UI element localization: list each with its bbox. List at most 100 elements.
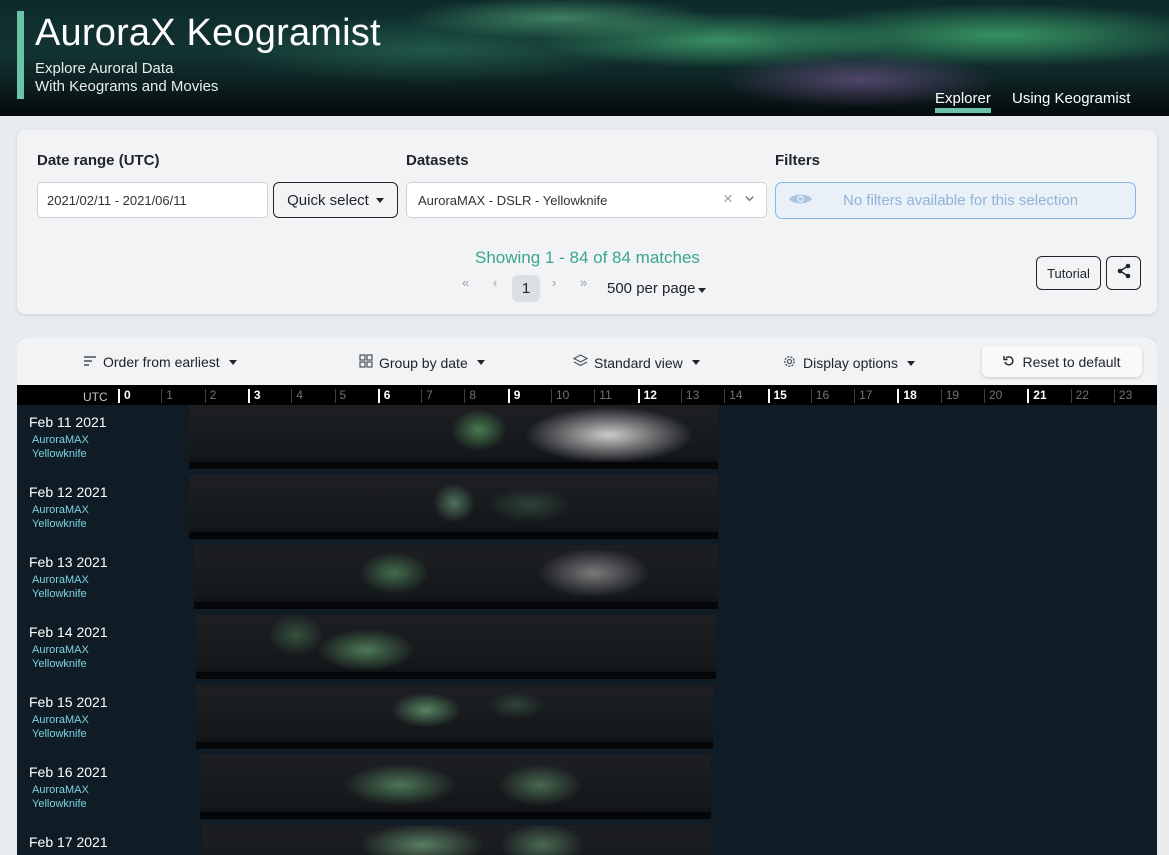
row-site[interactable]: Yellowknife: [32, 588, 87, 600]
page-last-button[interactable]: »: [580, 275, 587, 290]
axis-tick-4: 4: [291, 389, 303, 403]
row-date: Feb 15 2021: [29, 694, 108, 710]
row-network[interactable]: AuroraMAX: [32, 434, 89, 446]
page-prev-button[interactable]: ‹: [493, 275, 497, 290]
axis-tick-18: 18: [897, 389, 917, 403]
keogram-image[interactable]: [193, 545, 718, 609]
axis-tick-12: 12: [637, 389, 657, 403]
header-accent-bar: [17, 11, 24, 99]
row-site[interactable]: Yellowknife: [32, 658, 87, 670]
nav-explorer[interactable]: Explorer: [935, 90, 991, 113]
dataset-selected-value: AuroraMAX - DSLR - Yellowknife: [418, 193, 608, 208]
order-dropdown[interactable]: Order from earliest: [83, 354, 237, 370]
axis-tick-3: 3: [247, 389, 261, 403]
caret-down-icon: [476, 360, 485, 365]
app-header: AuroraX Keogramist Explore Auroral Data …: [0, 0, 1169, 116]
group-dropdown[interactable]: Group by date: [359, 354, 485, 371]
display-options-dropdown[interactable]: Display options: [782, 354, 915, 372]
axis-tick-11: 11: [594, 389, 612, 403]
search-panel: Date range (UTC) 2021/02/11 - 2021/06/11…: [17, 130, 1157, 314]
caret-down-icon: [906, 360, 915, 366]
group-label: Group by date: [379, 354, 468, 371]
quick-select-button[interactable]: Quick select: [273, 182, 398, 218]
date-range-input[interactable]: 2021/02/11 - 2021/06/11: [37, 182, 268, 218]
keogram-row[interactable]: Feb 15 2021 AuroraMAX Yellowknife: [17, 685, 1157, 755]
filters-placeholder: No filters available for this selection: [843, 192, 1079, 209]
chevron-down-icon[interactable]: [744, 192, 755, 207]
per-page-label: 500 per page: [607, 280, 696, 297]
row-date: Feb 16 2021: [29, 764, 108, 780]
row-site[interactable]: Yellowknife: [32, 518, 87, 530]
share-icon: [1116, 263, 1132, 283]
nav-using-keogramist[interactable]: Using Keogramist: [1012, 90, 1130, 107]
filters-label: Filters: [775, 152, 821, 169]
axis-tick-7: 7: [421, 389, 433, 403]
axis-tick-13: 13: [680, 389, 699, 403]
page-current-button[interactable]: 1: [512, 275, 540, 302]
row-date: Feb 12 2021: [29, 484, 108, 500]
app-title: AuroraX Keogramist: [35, 12, 381, 54]
display-options-label: Display options: [803, 355, 898, 371]
results-count: Showing 1 - 84 of 84 matches: [475, 248, 700, 267]
datasets-label: Datasets: [406, 152, 469, 169]
row-site[interactable]: Yellowknife: [32, 798, 87, 810]
keogram-image[interactable]: [200, 755, 712, 819]
results-area: Order from earliest Group by date Standa…: [17, 338, 1157, 855]
view-dropdown[interactable]: Standard view: [572, 354, 700, 371]
axis-tick-23: 23: [1113, 389, 1132, 403]
clear-icon[interactable]: ×: [723, 189, 733, 209]
tutorial-button[interactable]: Tutorial: [1036, 256, 1101, 290]
row-date: Feb 13 2021: [29, 554, 108, 570]
subtitle-line-2: With Keograms and Movies: [35, 78, 219, 95]
share-button[interactable]: [1106, 256, 1141, 290]
axis-tick-21: 21: [1027, 389, 1047, 403]
keogram-image[interactable]: [189, 475, 718, 539]
axis-tick-20: 20: [984, 389, 1002, 403]
utc-time-axis: UTC 0 1 2 3 4 5 6 7 8 9 10 11 12 13 14 15 16 17 18 19 20 21 22…: [17, 385, 1157, 405]
axis-tick-2: 2: [204, 389, 216, 403]
row-date: Feb 17 2021: [29, 834, 108, 850]
axis-tick-14: 14: [724, 389, 743, 403]
row-network[interactable]: AuroraMAX: [32, 644, 89, 656]
axis-tick-10: 10: [551, 389, 569, 403]
keogram-row[interactable]: Feb 16 2021 AuroraMAX Yellowknife: [17, 755, 1157, 825]
row-date: Feb 14 2021: [29, 624, 108, 640]
reset-to-default-button[interactable]: Reset to default: [982, 346, 1142, 377]
keogram-image[interactable]: [195, 615, 716, 679]
page-next-button[interactable]: ›: [552, 275, 556, 290]
per-page-dropdown[interactable]: 500 per page: [607, 280, 707, 297]
row-site[interactable]: Yellowknife: [32, 448, 87, 460]
keogram-row[interactable]: Feb 12 2021 AuroraMAX Yellowknife: [17, 475, 1157, 545]
filters-box: No filters available for this selection: [775, 182, 1136, 219]
row-network[interactable]: AuroraMAX: [32, 784, 89, 796]
grid-icon: [359, 354, 373, 371]
dataset-select[interactable]: AuroraMAX - DSLR - Yellowknife ×: [406, 182, 767, 218]
view-label: Standard view: [594, 354, 683, 371]
caret-down-icon: [698, 288, 707, 293]
row-network[interactable]: AuroraMAX: [32, 574, 89, 586]
row-network[interactable]: AuroraMAX: [32, 714, 89, 726]
row-network[interactable]: AuroraMAX: [32, 504, 89, 516]
axis-tick-1: 1: [161, 389, 173, 403]
keogram-image[interactable]: [202, 825, 712, 855]
keogram-image[interactable]: [189, 405, 718, 469]
row-site[interactable]: Yellowknife: [32, 728, 87, 740]
axis-tick-6: 6: [377, 389, 390, 403]
eye-icon: [788, 192, 813, 210]
keogram-row[interactable]: Feb 11 2021 AuroraMAX Yellowknife: [17, 405, 1157, 475]
keogram-row[interactable]: Feb 13 2021 AuroraMAX Yellowknife: [17, 545, 1157, 615]
layers-icon: [572, 354, 589, 371]
reset-label: Reset to default: [1022, 353, 1121, 370]
subtitle-line-1: Explore Auroral Data: [35, 60, 174, 77]
keogram-image[interactable]: [195, 685, 714, 749]
keogram-row[interactable]: Feb 14 2021 AuroraMAX Yellowknife: [17, 615, 1157, 685]
app-subtitle: Explore Auroral Data With Keograms and M…: [35, 60, 218, 96]
caret-down-icon: [691, 360, 700, 365]
sort-lines-icon: [83, 354, 97, 370]
axis-tick-22: 22: [1070, 389, 1089, 403]
row-date: Feb 11 2021: [29, 414, 107, 430]
page-first-button[interactable]: «: [462, 275, 469, 290]
axis-tick-16: 16: [810, 389, 829, 403]
axis-tick-15: 15: [767, 389, 787, 403]
keogram-row[interactable]: Feb 17 2021AuroraMAXYellowknife: [17, 825, 1157, 855]
